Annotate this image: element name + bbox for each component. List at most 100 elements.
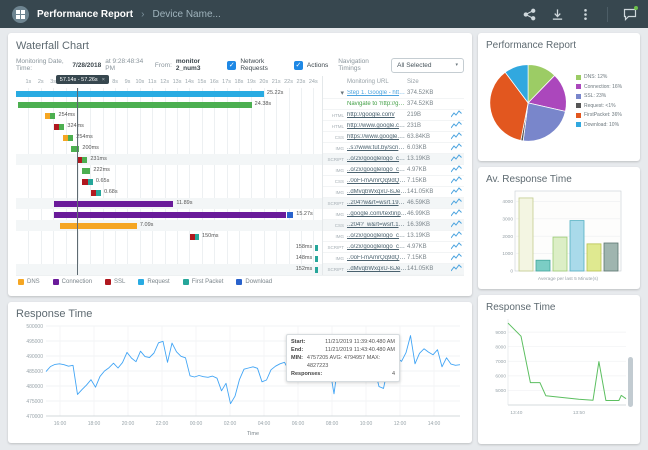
sparkline-icon[interactable] <box>451 176 464 186</box>
url-table-row: SCRIPT..o/2x/googlelogo_color_272x92dp.p… <box>323 154 464 165</box>
monitoring-url-link[interactable]: http://google.com/ <box>347 112 407 118</box>
sparkline-icon[interactable] <box>451 220 464 230</box>
sparkline-icon[interactable] <box>451 209 464 219</box>
sparkline-icon[interactable] <box>451 253 464 263</box>
bar-duration-label: 7.09s <box>140 222 153 228</box>
legend-label: Request <box>147 279 169 285</box>
pie-legend-item: FirstPacket: 36% <box>576 112 622 118</box>
time-marker-label: 57.14s - 57.26s <box>60 77 98 83</box>
legend-item: DNS <box>18 279 40 285</box>
bar-duration-label: 152ms <box>296 266 313 272</box>
pie-legend-label: Download: 10% <box>584 122 619 128</box>
svg-text:14:00: 14:00 <box>428 421 441 427</box>
actions-checkbox[interactable]: ✓ <box>294 61 303 70</box>
resource-size: 141.05KB <box>407 266 451 272</box>
bar-duration-label: 158ms <box>296 244 313 250</box>
monitoring-url-link[interactable]: ..o/2x/googlelogo_color_272x92dp.png <box>347 156 407 162</box>
monitoring-url-link[interactable]: ..o/2x/googlelogo_color_120x44dp.png <box>347 167 407 173</box>
performance-report-title: Performance Report <box>486 40 632 51</box>
pie-legend-item: Download: 10% <box>576 122 622 128</box>
resource-type-tag: IMG <box>323 146 347 151</box>
waterfall-rows: 25.22s24.38s254ms324ms254ms200ms231ms222… <box>16 88 322 275</box>
right-column: Performance Report DNS: 12%Connection: 1… <box>478 33 640 444</box>
monitoring-url-link[interactable]: ..204?w&rt=wsrt.1973.aft.1381.prt.3964 <box>347 200 407 206</box>
resource-type-tag: HTML <box>323 124 347 129</box>
tooltip-value: 4757205 AVG: 4794957 MAX: 4827223 <box>307 354 395 370</box>
monitoring-url-link[interactable]: http://www.google.com/ <box>347 123 407 129</box>
resource-size: 7.15KB <box>407 178 451 184</box>
performance-report-card: Performance Report DNS: 12%Connection: 1… <box>478 33 640 161</box>
sparkline-icon[interactable] <box>451 110 464 120</box>
monitoring-time-value: at 9:28:48:34 PM <box>105 58 145 72</box>
monitoring-url-link[interactable]: Step 1. Google - https://www.google.com. <box>347 90 407 96</box>
tooltip-label: MIN: <box>291 354 303 370</box>
resource-size: 219B <box>407 112 451 118</box>
svg-text:20:00: 20:00 <box>122 421 135 427</box>
svg-text:8000: 8000 <box>495 344 506 350</box>
svg-text:22:00: 22:00 <box>156 421 169 427</box>
monitoring-url-link[interactable]: ..s://www.tut.by/scripts/bv2/xsemius.js <box>347 145 407 151</box>
app-logo-icon[interactable] <box>12 6 29 23</box>
monitoring-url-link[interactable]: ..o/2x/googlelogo_color_120x44dp.png <box>347 244 407 250</box>
monitoring-url-link[interactable]: ..dMvqbWxqxU-lsJeq/cb=gapi.loaded_0 <box>347 189 407 195</box>
avg-bar-4 <box>570 221 584 271</box>
monitoring-url-link[interactable]: https://www.google.com/?gws_rd=ssl <box>347 134 407 140</box>
pie-body: DNS: 12%Connection: 16%SSL: 23%Request: … <box>486 53 632 149</box>
tooltip-row: MIN: 4757205 AVG: 4794957 MAX: 4827223 <box>291 354 395 370</box>
sparkline-icon[interactable] <box>451 187 464 197</box>
chart-scrollbar[interactable] <box>628 357 633 407</box>
waterfall-bar-request <box>16 91 264 97</box>
monitoring-url-link[interactable]: ..204?_w&rt=wsrt.1973.aft.1381.prt.396 <box>347 222 407 228</box>
url-table-row: HTMLhttp://www.google.com/231B <box>323 121 464 132</box>
sparkline-icon[interactable] <box>451 132 464 142</box>
axis-tick: 10s <box>135 79 144 85</box>
monitoring-url-link[interactable]: Navigate to 'http://google.com' <box>347 101 407 107</box>
more-options-icon[interactable] <box>579 8 592 21</box>
sparkline-icon[interactable] <box>451 154 464 164</box>
legend-label: SSL <box>114 279 125 285</box>
svg-text:13:40: 13:40 <box>510 410 522 416</box>
resource-size: 46.59KB <box>407 200 451 206</box>
legend-item: Connection <box>53 279 92 285</box>
pie-legend-label: SSL: 23% <box>584 93 606 99</box>
resource-type-tag: SCRIPT <box>323 201 347 206</box>
svg-text:475000: 475000 <box>26 399 43 405</box>
actions-label: Actions <box>307 62 328 69</box>
bar-duration-label: 324ms <box>67 123 84 129</box>
monitoring-url-link[interactable]: ..0oFl-mAmrQq9dQoZRBcPbqcbnzbNg <box>347 255 407 261</box>
sparkline-icon[interactable] <box>451 121 464 131</box>
navigation-timings-dropdown[interactable]: All Selected ▾ <box>391 58 464 73</box>
svg-text:3000: 3000 <box>502 216 513 222</box>
response-time-main-title: Response Time <box>16 308 464 320</box>
navbar-actions <box>523 7 636 22</box>
resource-size: 16.39KB <box>407 222 451 228</box>
url-table-row: Navigate to 'http://google.com'374.52KB <box>323 99 464 110</box>
sparkline-icon[interactable] <box>451 242 464 252</box>
sparkline-icon[interactable] <box>451 264 464 274</box>
dropdown-value: All Selected <box>397 62 431 69</box>
network-requests-checkbox[interactable]: ✓ <box>227 61 236 70</box>
monitoring-url-link[interactable]: ..google.com/textinputassistant/tia.png <box>347 211 407 217</box>
bar-duration-label: 254ms <box>76 134 93 140</box>
sparkline-icon[interactable] <box>451 198 464 208</box>
monitoring-url-link[interactable]: ..0oFl-mAmrQq9dQoZRBcPbqcbnzbNg <box>347 178 407 184</box>
resource-type-tag: CSS <box>323 223 347 228</box>
sparkline-icon[interactable] <box>451 143 464 153</box>
monitoring-url-link[interactable]: ..dMvqbWxqxU-lsJeq/cb=gapi.loaded_0 <box>347 266 407 272</box>
monitoring-url-link[interactable]: ..o/2x/googlelogo_color_272x92dp.png <box>347 233 407 239</box>
sparkline-icon[interactable] <box>451 231 464 241</box>
chat-icon[interactable] <box>623 8 636 21</box>
url-table-row: CSS..204?_w&rt=wsrt.1973.aft.1381.prt.39… <box>323 220 464 231</box>
marker-close-icon[interactable]: × <box>102 77 105 83</box>
axis-tick: 2s <box>38 79 44 85</box>
share-icon[interactable] <box>523 8 536 21</box>
svg-text:0: 0 <box>510 269 513 275</box>
svg-text:490000: 490000 <box>26 354 43 360</box>
sparkline-icon[interactable] <box>451 165 464 175</box>
svg-text:06:00: 06:00 <box>292 421 305 427</box>
download-icon[interactable] <box>551 8 564 21</box>
axis-tick: 9s <box>125 79 131 85</box>
svg-text:485000: 485000 <box>26 369 43 375</box>
breadcrumb-title[interactable]: Performance Report <box>37 9 133 20</box>
chevron-down-icon[interactable]: ▾ <box>340 90 344 97</box>
